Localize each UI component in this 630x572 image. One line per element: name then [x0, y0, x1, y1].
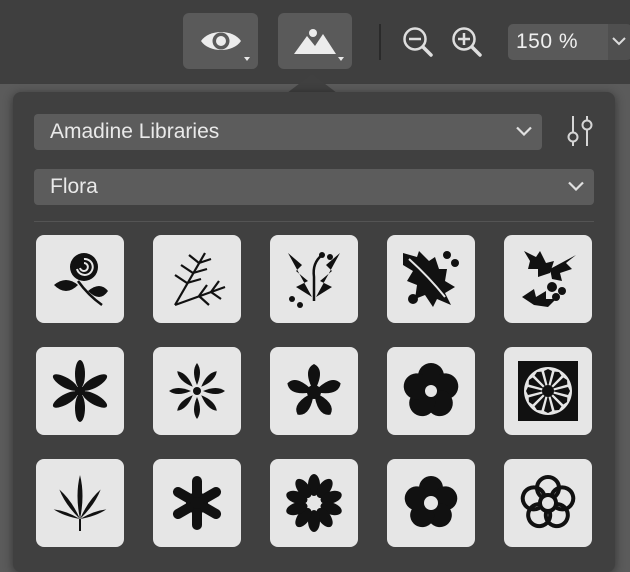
toolbar: 150 %: [0, 0, 630, 84]
symbol-tile-holly-leaf[interactable]: [387, 235, 475, 323]
symbol-tile-round-petal-flower[interactable]: [387, 459, 475, 547]
symbol-tile-round-five-petal-flower[interactable]: [387, 347, 475, 435]
symbol-tile-holly-sprig[interactable]: [504, 235, 592, 323]
toolbar-separator: [379, 24, 381, 60]
symbol-tile-six-petal-flower[interactable]: [36, 347, 124, 435]
zoom-in-icon: [452, 27, 482, 57]
round-five-petal-flower-icon: [403, 363, 459, 417]
symbol-tile-outlined-flower[interactable]: [504, 459, 592, 547]
rose-icon: [54, 253, 108, 307]
popover-arrow: [287, 74, 337, 93]
starburst-flower-icon: [169, 363, 225, 419]
symbol-tile-rose[interactable]: [36, 235, 124, 323]
chevron-down-icon: [612, 37, 626, 46]
mistletoe-icon: [288, 252, 340, 308]
zoom-level-dropdown[interactable]: [608, 24, 630, 60]
ornate-tile-flower-icon: [518, 361, 578, 421]
symbol-tile-five-petal-flower[interactable]: [270, 347, 358, 435]
chevron-down-icon: [338, 57, 344, 61]
six-petal-flower-icon: [52, 360, 108, 422]
symbol-tile-pine-branches[interactable]: [153, 235, 241, 323]
symbol-tile-eight-petal-flower[interactable]: [153, 459, 241, 547]
pine-branches-icon: [174, 252, 226, 307]
symbol-tile-daisy[interactable]: [270, 459, 358, 547]
zoom-in-button[interactable]: [449, 24, 485, 65]
cannabis-leaf-icon: [53, 475, 107, 531]
chevron-down-icon: [244, 57, 250, 61]
library-select[interactable]: Amadine Libraries: [34, 114, 542, 150]
holly-sprig-icon: [522, 251, 576, 307]
symbol-tile-mistletoe[interactable]: [270, 235, 358, 323]
divider: [34, 221, 594, 222]
holly-leaf-icon: [403, 251, 459, 307]
chevron-down-icon: [568, 181, 584, 191]
image-button[interactable]: [278, 13, 352, 69]
zoom-level-field[interactable]: 150 %: [508, 24, 608, 60]
mountains-image-icon: [294, 29, 336, 54]
library-select-label: Amadine Libraries: [50, 120, 220, 143]
symbol-tile-cannabis-leaf[interactable]: [36, 459, 124, 547]
sliders-icon[interactable]: [565, 114, 595, 148]
chevron-down-icon: [516, 126, 532, 136]
round-petal-flower-icon: [404, 476, 458, 528]
eye-icon: [200, 32, 241, 50]
zoom-out-button[interactable]: [400, 24, 436, 65]
zoom-out-icon: [403, 27, 433, 57]
library-popover: Amadine Libraries Flora: [13, 92, 615, 572]
symbol-tile-ornate-tile-flower[interactable]: [504, 347, 592, 435]
outlined-flower-icon: [520, 475, 576, 529]
symbol-tile-starburst-flower[interactable]: [153, 347, 241, 435]
eight-petal-flower-icon: [172, 476, 222, 530]
category-select-label: Flora: [50, 175, 98, 198]
view-mode-button[interactable]: [183, 13, 258, 69]
five-petal-flower-icon: [287, 364, 341, 415]
daisy-icon: [286, 474, 342, 532]
category-select[interactable]: Flora: [34, 169, 594, 205]
